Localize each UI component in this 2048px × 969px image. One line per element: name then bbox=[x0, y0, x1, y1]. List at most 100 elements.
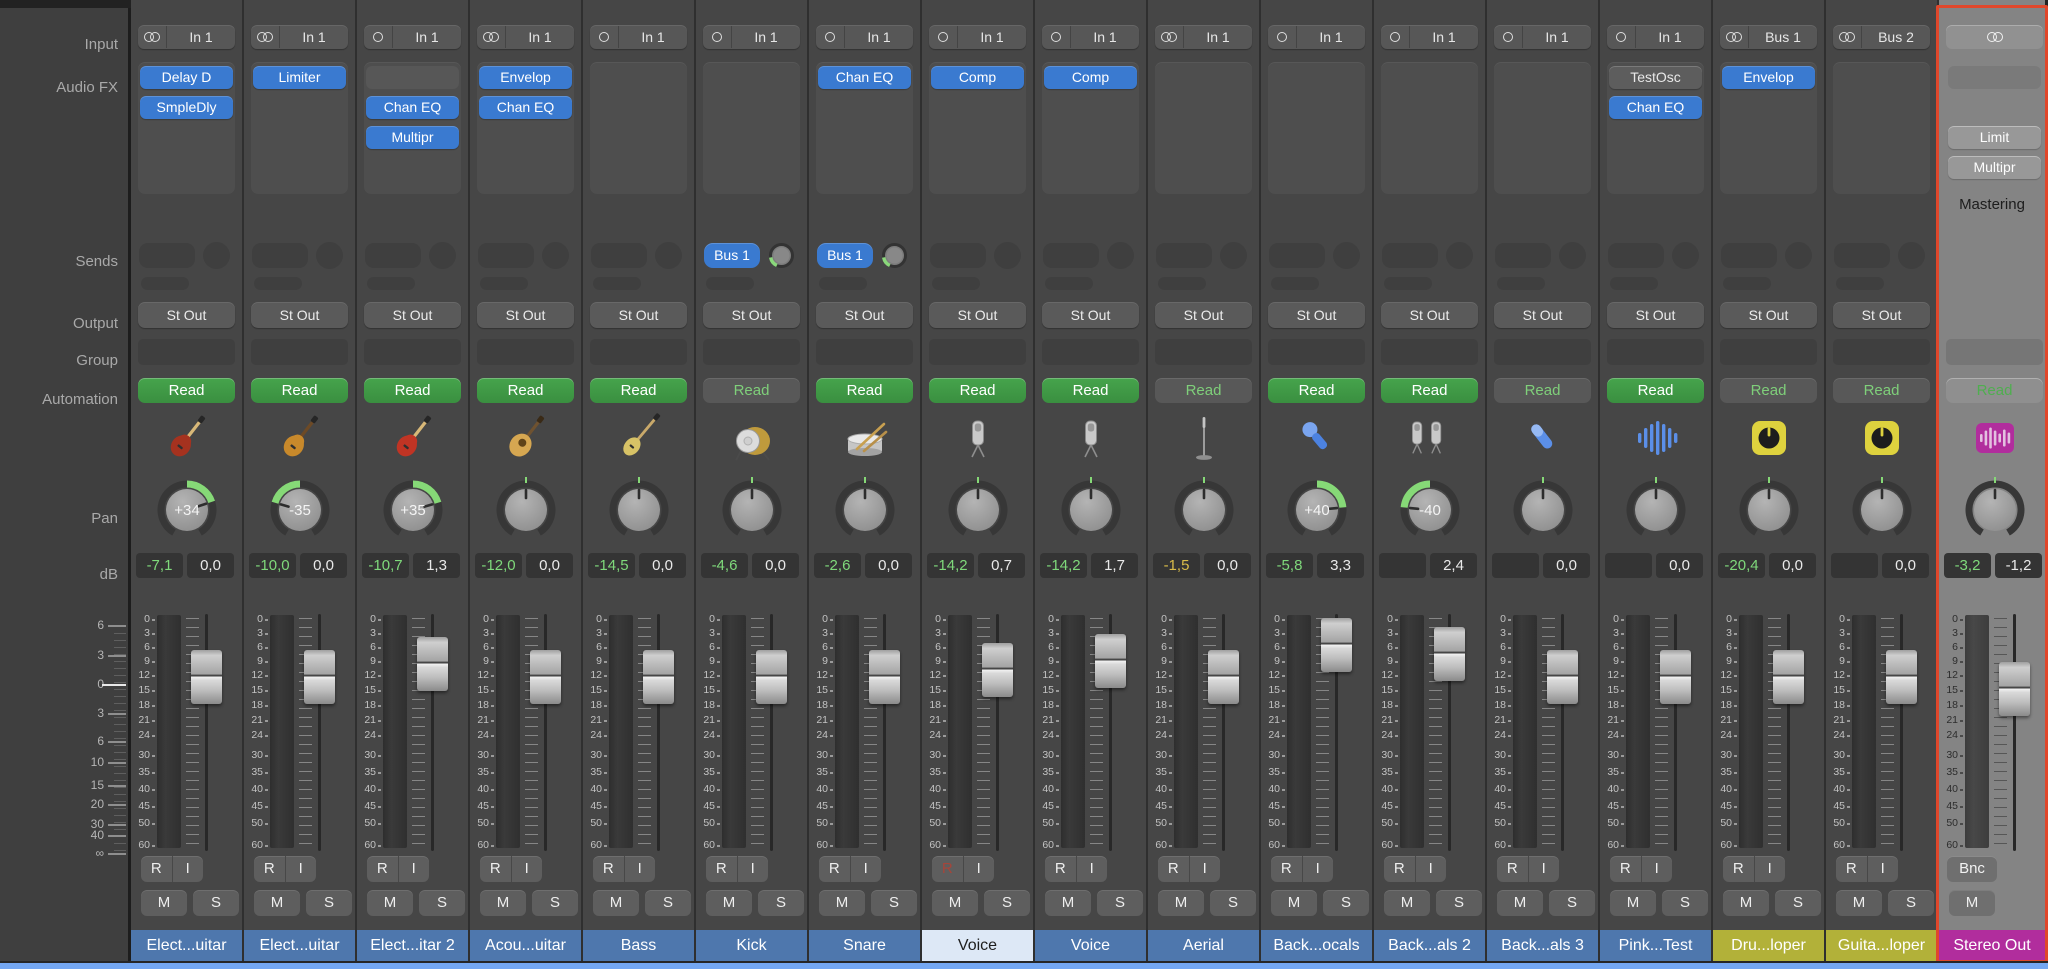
fader-handle[interactable] bbox=[1547, 650, 1578, 704]
input-button[interactable]: In 1 bbox=[364, 25, 461, 49]
send-slot[interactable] bbox=[139, 243, 195, 268]
record-enable-button[interactable]: R bbox=[480, 856, 512, 882]
fx-plugin-button[interactable]: Multipr bbox=[1948, 156, 2041, 179]
group-slot[interactable] bbox=[1946, 339, 2043, 365]
automation-mode-button[interactable]: Read bbox=[477, 378, 574, 403]
send-level-knob[interactable] bbox=[768, 242, 795, 269]
audio-fx-area[interactable] bbox=[590, 62, 687, 194]
send-slot-2[interactable] bbox=[367, 277, 415, 290]
fx-plugin-button[interactable]: SmpleDly bbox=[140, 96, 233, 119]
group-slot[interactable] bbox=[1381, 339, 1478, 365]
fader-handle[interactable] bbox=[1999, 662, 2030, 716]
mute-button[interactable]: M bbox=[1610, 890, 1656, 916]
pan-knob[interactable] bbox=[607, 474, 671, 544]
fader-handle[interactable] bbox=[869, 650, 900, 704]
automation-mode-button[interactable]: Read bbox=[929, 378, 1026, 403]
output-button[interactable]: St Out bbox=[703, 302, 800, 328]
fx-plugin-button[interactable]: Comp bbox=[931, 66, 1024, 89]
send-level-knob[interactable] bbox=[1898, 242, 1925, 269]
pan-knob[interactable] bbox=[833, 474, 897, 544]
solo-button[interactable]: S bbox=[758, 890, 804, 916]
output-button[interactable]: St Out bbox=[1607, 302, 1704, 328]
track-name[interactable]: Back...als 3 bbox=[1487, 930, 1598, 961]
track-name[interactable]: Aerial bbox=[1148, 930, 1259, 961]
automation-mode-button[interactable]: Read bbox=[1607, 378, 1704, 403]
input-monitor-button[interactable]: I bbox=[1190, 856, 1221, 882]
send-slot[interactable] bbox=[252, 243, 308, 268]
audio-fx-area[interactable] bbox=[1494, 62, 1591, 194]
send-level-knob[interactable] bbox=[1107, 242, 1134, 269]
output-button[interactable]: St Out bbox=[138, 302, 235, 328]
send-slot-2[interactable] bbox=[480, 277, 528, 290]
track-name[interactable]: Dru...loper bbox=[1713, 930, 1824, 961]
fx-empty-slot[interactable] bbox=[1948, 66, 2041, 89]
send-level-knob[interactable] bbox=[881, 242, 908, 269]
group-slot[interactable] bbox=[364, 339, 461, 365]
mute-button[interactable]: M bbox=[1723, 890, 1769, 916]
audio-fx-area[interactable]: Envelop bbox=[1720, 62, 1817, 194]
input-button[interactable]: In 1 bbox=[1494, 25, 1591, 49]
input-monitor-button[interactable]: I bbox=[1642, 856, 1673, 882]
send-slot[interactable] bbox=[365, 243, 421, 268]
fader-handle[interactable] bbox=[304, 650, 335, 704]
record-enable-button[interactable]: R bbox=[254, 856, 286, 882]
audio-fx-area[interactable]: TestOscChan EQ bbox=[1607, 62, 1704, 194]
send-slot[interactable] bbox=[591, 243, 647, 268]
pan-knob[interactable]: +40 bbox=[1285, 474, 1349, 544]
group-slot[interactable] bbox=[477, 339, 574, 365]
pan-knob[interactable]: +34 bbox=[155, 474, 219, 544]
record-enable-button[interactable]: R bbox=[1723, 856, 1755, 882]
automation-mode-button[interactable]: Read bbox=[1946, 378, 2043, 403]
bounce-button[interactable]: Bnc bbox=[1947, 856, 1997, 882]
record-enable-button[interactable]: R bbox=[1497, 856, 1529, 882]
automation-mode-button[interactable]: Read bbox=[590, 378, 687, 403]
send-slot-2[interactable] bbox=[1610, 277, 1658, 290]
send-slot-2[interactable] bbox=[1723, 277, 1771, 290]
mute-button[interactable]: M bbox=[1836, 890, 1882, 916]
mute-button[interactable]: M bbox=[706, 890, 752, 916]
fader-handle[interactable] bbox=[530, 650, 561, 704]
output-button[interactable]: St Out bbox=[816, 302, 913, 328]
output-button[interactable]: St Out bbox=[477, 302, 574, 328]
record-enable-button[interactable]: R bbox=[1271, 856, 1303, 882]
send-slot-2[interactable] bbox=[1158, 277, 1206, 290]
input-monitor-button[interactable]: I bbox=[1077, 856, 1108, 882]
mute-button[interactable]: M bbox=[367, 890, 413, 916]
fx-plugin-button[interactable]: Limiter bbox=[253, 66, 346, 89]
group-slot[interactable] bbox=[1607, 339, 1704, 365]
automation-mode-button[interactable]: Read bbox=[138, 378, 235, 403]
fx-plugin-button[interactable]: Envelop bbox=[479, 66, 572, 89]
send-slot[interactable] bbox=[1721, 243, 1777, 268]
fx-plugin-button[interactable]: Multipr bbox=[366, 126, 459, 149]
audio-fx-area[interactable] bbox=[703, 62, 800, 194]
send-slot-2[interactable] bbox=[932, 277, 980, 290]
record-enable-button[interactable]: R bbox=[1384, 856, 1416, 882]
send-level-knob[interactable] bbox=[1220, 242, 1247, 269]
send-slot[interactable] bbox=[1834, 243, 1890, 268]
pan-knob[interactable] bbox=[946, 474, 1010, 544]
group-slot[interactable] bbox=[251, 339, 348, 365]
send-slot-2[interactable] bbox=[254, 277, 302, 290]
input-button[interactable]: Bus 2 bbox=[1833, 25, 1930, 49]
record-enable-button[interactable]: R bbox=[819, 856, 851, 882]
send-level-knob[interactable] bbox=[316, 242, 343, 269]
send-level-knob[interactable] bbox=[1446, 242, 1473, 269]
audio-fx-area[interactable] bbox=[1155, 62, 1252, 194]
automation-mode-button[interactable]: Read bbox=[251, 378, 348, 403]
audio-fx-area[interactable]: Limiter bbox=[251, 62, 348, 194]
input-button[interactable]: In 1 bbox=[816, 25, 913, 49]
solo-button[interactable]: S bbox=[984, 890, 1030, 916]
mute-button[interactable]: M bbox=[1384, 890, 1430, 916]
input-button[interactable] bbox=[1946, 25, 2043, 49]
record-enable-button[interactable]: R bbox=[593, 856, 625, 882]
mute-button[interactable]: M bbox=[1158, 890, 1204, 916]
input-button[interactable]: In 1 bbox=[1042, 25, 1139, 49]
input-button[interactable]: In 1 bbox=[251, 25, 348, 49]
track-name[interactable]: Bass bbox=[583, 930, 694, 961]
send-level-knob[interactable] bbox=[542, 242, 569, 269]
record-enable-button[interactable]: R bbox=[367, 856, 399, 882]
fx-plugin-button[interactable]: Chan EQ bbox=[1609, 96, 1702, 119]
send-level-knob[interactable] bbox=[429, 242, 456, 269]
fader-handle[interactable] bbox=[1434, 627, 1465, 681]
automation-mode-button[interactable]: Read bbox=[1155, 378, 1252, 403]
